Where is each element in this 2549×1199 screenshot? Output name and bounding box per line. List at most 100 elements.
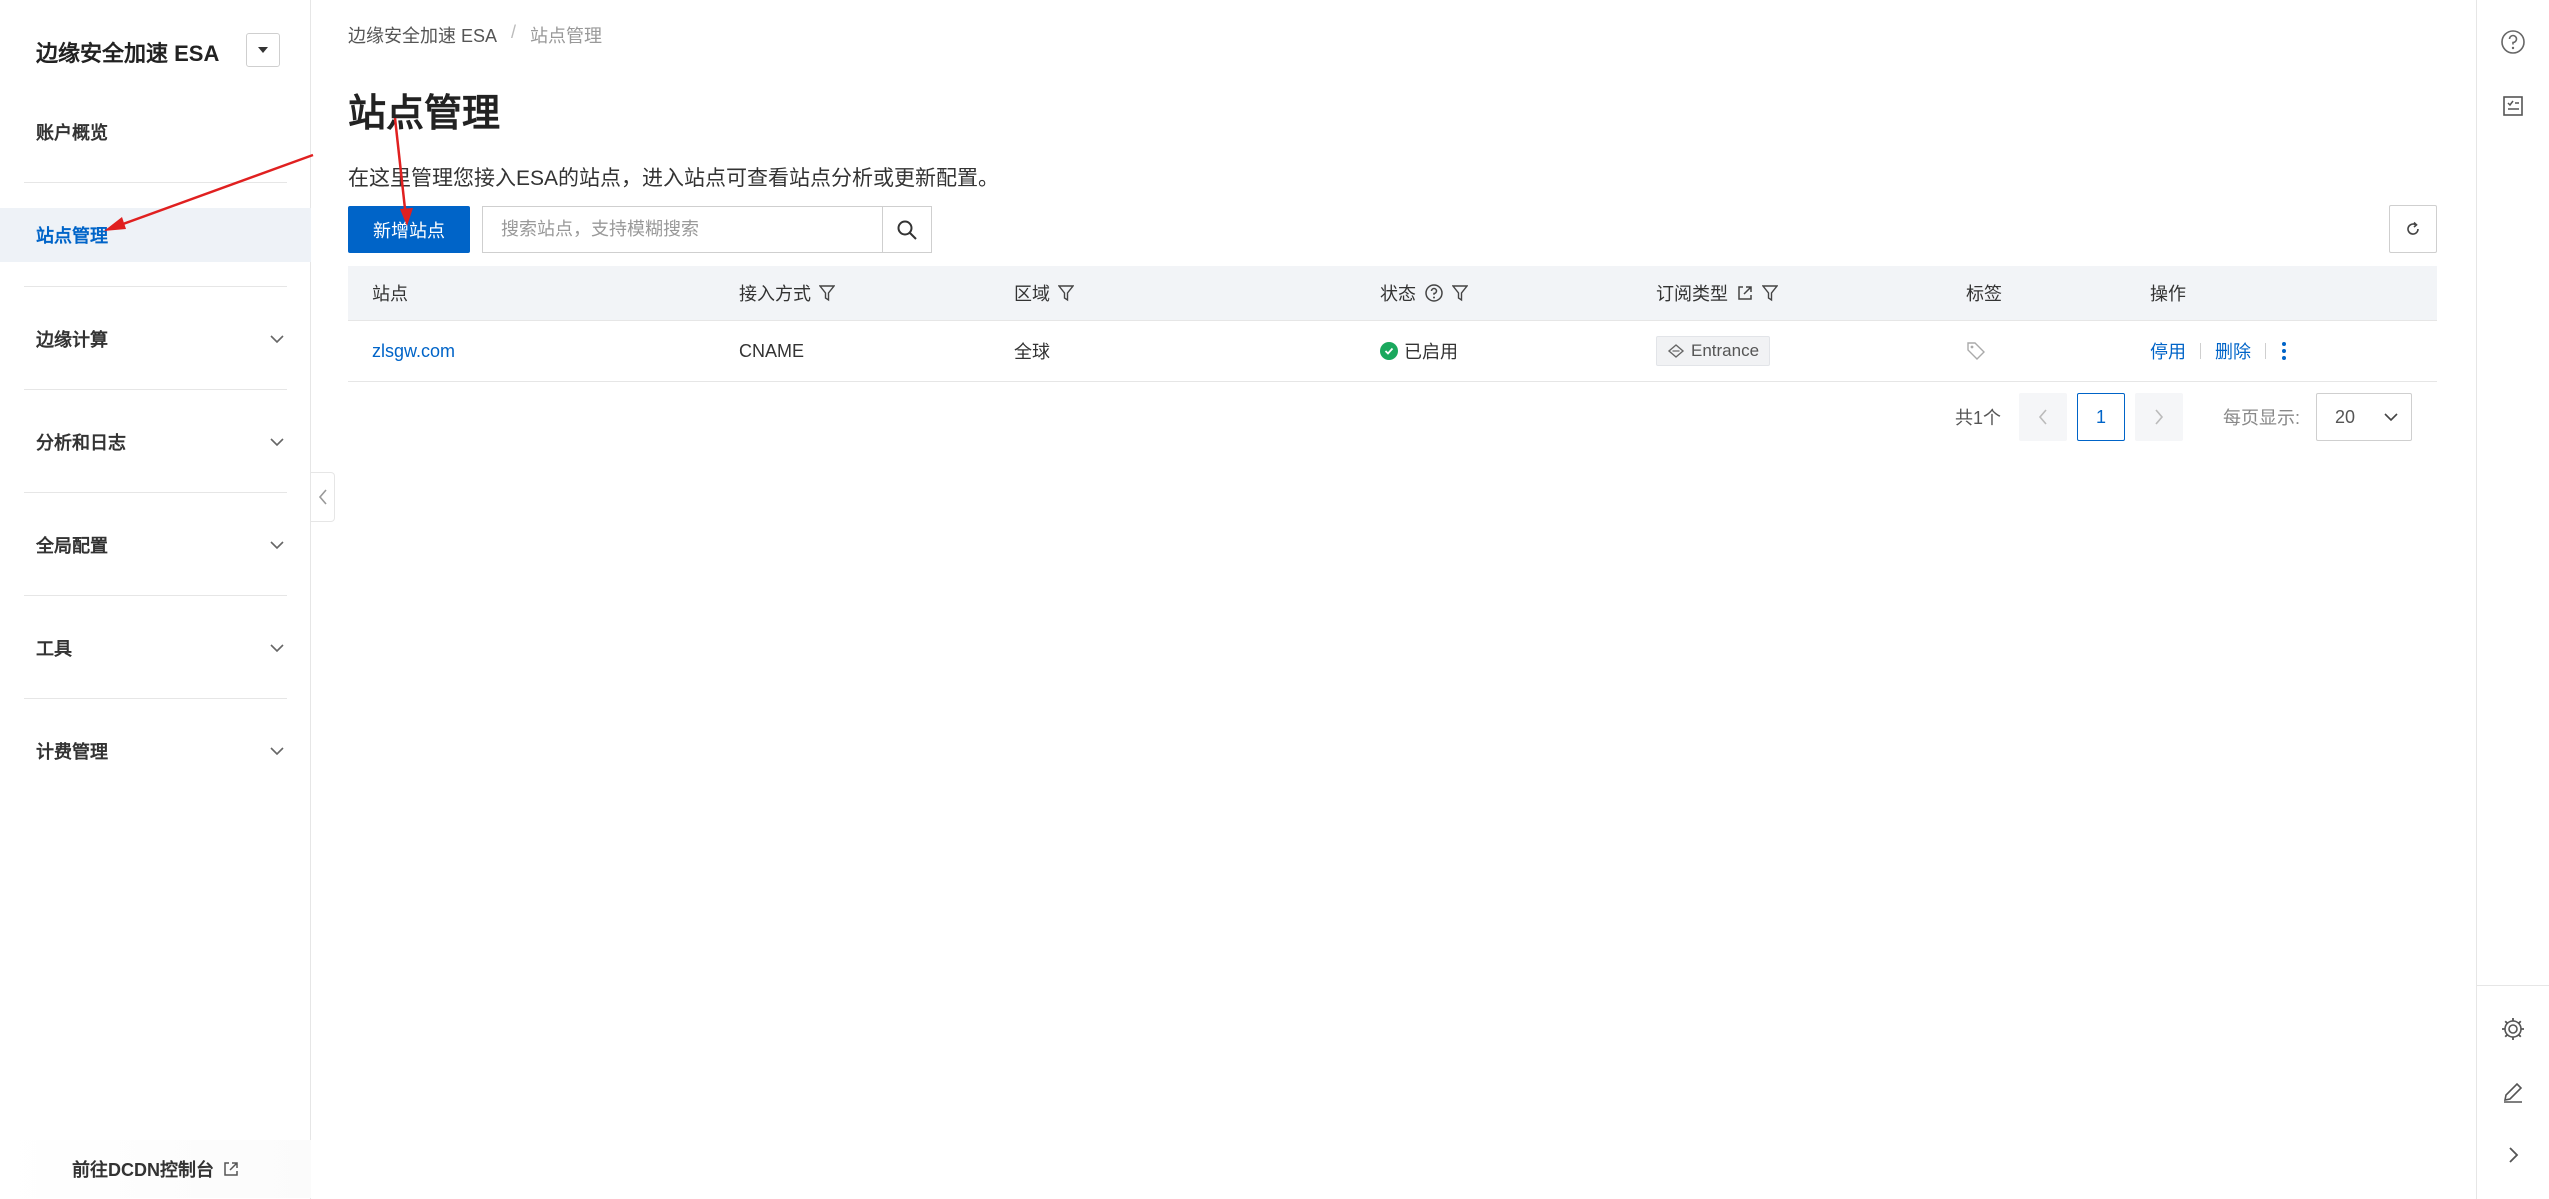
- filter-icon[interactable]: [819, 284, 835, 302]
- sidebar-item-label: 计费管理: [36, 742, 108, 762]
- external-link-icon: [224, 1162, 238, 1176]
- column-header-actions: 操作: [2150, 284, 2186, 304]
- checklist-icon: [2503, 96, 2523, 116]
- sidebar-item-global-config[interactable]: 全局配置: [0, 518, 311, 572]
- column-header-access: 接入方式: [739, 266, 835, 320]
- chevron-down-icon: [270, 541, 284, 550]
- sidebar-collapse-toggle[interactable]: [311, 472, 335, 522]
- search-box: [482, 206, 932, 253]
- diamond-icon: [1667, 344, 1685, 358]
- breadcrumb-item-esa[interactable]: 边缘安全加速 ESA: [348, 22, 497, 48]
- chevron-down-icon: [270, 335, 284, 344]
- search-icon: [897, 220, 917, 240]
- dcdn-console-link[interactable]: 前往DCDN控制台: [0, 1140, 311, 1198]
- page-size-select[interactable]: 20: [2316, 393, 2413, 441]
- help-icon: [2501, 30, 2525, 54]
- edit-tags-button[interactable]: [1966, 321, 1986, 381]
- sidebar-divider: [24, 492, 287, 493]
- checklist-button[interactable]: [2499, 92, 2527, 120]
- chevron-right-icon: [2509, 1147, 2519, 1163]
- table-header: 站点 接入方式 区域 状态 订阅类型 标签 操作: [348, 266, 2437, 321]
- page-description: 在这里管理您接入ESA的站点，进入站点可查看站点分析或更新配置。: [348, 167, 1000, 190]
- column-header-status: 状态: [1380, 266, 1468, 320]
- sidebar-item-label: 边缘计算: [36, 330, 108, 350]
- cell-actions: 停用 删除: [2150, 321, 2288, 381]
- sidebar-divider: [24, 389, 287, 390]
- plan-badge: Entrance: [1656, 336, 1771, 366]
- product-switch-dropdown[interactable]: [246, 33, 280, 67]
- check-circle-icon: [1380, 342, 1398, 360]
- disable-site-button[interactable]: 停用: [2150, 338, 2186, 364]
- cell-plan: Entrance: [1656, 321, 1771, 381]
- refresh-icon: [2407, 221, 2419, 235]
- column-header-tags: 标签: [1966, 284, 2002, 304]
- sidebar-divider: [24, 286, 287, 287]
- external-link-icon[interactable]: [1736, 284, 1754, 302]
- sidebar-item-analytics-logs[interactable]: 分析和日志: [0, 415, 311, 469]
- expand-rail-button[interactable]: [2499, 1141, 2527, 1169]
- page-number-button[interactable]: 1: [2077, 393, 2126, 441]
- search-input[interactable]: [483, 207, 882, 252]
- cell-status: 已启用: [1380, 321, 1458, 381]
- sidebar-divider: [24, 182, 287, 183]
- page-size-label: 每页显示:: [2223, 408, 2301, 428]
- sidebar-item-label: 全局配置: [36, 536, 108, 556]
- column-header-plan: 订阅类型: [1656, 266, 1778, 320]
- sidebar-divider: [24, 698, 287, 699]
- search-button[interactable]: [882, 207, 931, 252]
- action-separator: [2200, 343, 2201, 359]
- chevron-left-icon: [2038, 409, 2047, 425]
- settings-button[interactable]: [2499, 1015, 2527, 1043]
- sidebar-item-edge-computing[interactable]: 边缘计算: [0, 312, 311, 366]
- help-button[interactable]: [2499, 28, 2527, 56]
- right-rail: [2476, 0, 2549, 1199]
- table-row: zlsgw.com CNAME 全球 已启用 Entrance 停用 删除: [348, 321, 2437, 382]
- sidebar-item-tools[interactable]: 工具: [0, 621, 311, 675]
- page-title: 站点管理: [348, 93, 501, 135]
- sidebar-item-site-management[interactable]: 站点管理: [0, 208, 311, 262]
- pencil-icon: [2503, 1082, 2523, 1103]
- sidebar-item-label: 站点管理: [36, 226, 108, 246]
- cell-access: CNAME: [739, 340, 805, 361]
- brand-title: 边缘安全加速 ESA: [36, 41, 220, 66]
- chevron-right-icon: [2155, 409, 2164, 425]
- sidebar-item-label: 工具: [36, 639, 72, 659]
- chevron-down-icon: [270, 747, 284, 756]
- sidebar-divider: [24, 595, 287, 596]
- sites-table: 站点 接入方式 区域 状态 订阅类型 标签 操作 zlsgw.com CNAME…: [348, 266, 2437, 382]
- gear-icon: [2502, 1018, 2524, 1040]
- filter-icon[interactable]: [1452, 284, 1468, 302]
- pagination-total: 共1个: [1955, 408, 2002, 428]
- sidebar-item-account-overview[interactable]: 账户概览: [0, 105, 311, 159]
- sidebar-item-billing[interactable]: 计费管理: [0, 724, 311, 778]
- sidebar-item-label: 分析和日志: [36, 433, 126, 453]
- next-page-button[interactable]: [2135, 393, 2184, 441]
- refresh-button[interactable]: [2389, 205, 2437, 253]
- chevron-down-icon: [2384, 413, 2398, 422]
- chevron-down-icon: [270, 438, 284, 447]
- filter-icon[interactable]: [1762, 284, 1778, 302]
- prev-page-button[interactable]: [2019, 393, 2068, 441]
- sidebar-item-label: 账户概览: [36, 123, 108, 143]
- rail-divider: [2477, 985, 2549, 986]
- dcdn-link-label: 前往DCDN控制台: [72, 1160, 214, 1180]
- breadcrumb-item-current: 站点管理: [530, 26, 603, 46]
- status-text: 已启用: [1404, 342, 1458, 362]
- chevron-left-icon: [318, 489, 327, 505]
- delete-site-button[interactable]: 删除: [2215, 338, 2251, 364]
- column-header-region: 区域: [1014, 266, 1074, 320]
- filter-icon[interactable]: [1058, 284, 1074, 302]
- more-vertical-icon[interactable]: [2280, 340, 2288, 362]
- column-header-site: 站点: [372, 284, 408, 304]
- help-icon[interactable]: [1424, 283, 1444, 303]
- sidebar: 边缘安全加速 ESA 账户概览 站点管理 边缘计算 分析和日志 全局配置 工具 …: [0, 0, 311, 1199]
- breadcrumb: 边缘安全加速 ESA / 站点管理: [348, 22, 602, 48]
- caret-down-icon: [258, 47, 268, 53]
- edit-button[interactable]: [2499, 1078, 2527, 1106]
- site-domain-link[interactable]: zlsgw.com: [372, 321, 455, 381]
- tag-icon: [1967, 342, 1985, 360]
- add-site-button[interactable]: 新增站点: [348, 206, 470, 253]
- pagination: 共1个 1 每页显示: 20: [1955, 393, 2413, 441]
- breadcrumb-separator: /: [511, 22, 517, 42]
- chevron-down-icon: [270, 644, 284, 653]
